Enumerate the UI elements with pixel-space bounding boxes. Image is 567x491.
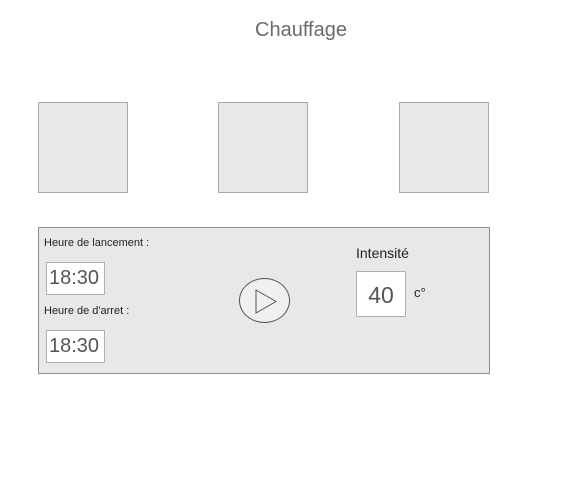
start-time-label: Heure de lancement :: [44, 237, 150, 249]
page-title: Chauffage: [255, 19, 347, 41]
heating-zone-tile-2[interactable]: [218, 102, 308, 193]
play-button[interactable]: [239, 278, 290, 323]
heating-zone-tile-3[interactable]: [399, 102, 489, 193]
heating-zone-tile-1[interactable]: [38, 102, 128, 193]
start-time-field[interactable]: 18:30: [46, 262, 105, 295]
heating-control-panel: Heure de lancement : 18:30 Heure de d'ar…: [38, 227, 490, 374]
intensity-field[interactable]: 40: [356, 271, 406, 317]
intensity-label: Intensité: [356, 245, 409, 261]
stop-time-field[interactable]: 18:30: [46, 330, 105, 363]
play-icon: [255, 289, 278, 314]
heating-page: Chauffage Heure de lancement : 18:30 Heu…: [0, 0, 567, 491]
stop-time-label: Heure de d'arret :: [44, 305, 130, 317]
intensity-unit: c°: [414, 285, 426, 300]
